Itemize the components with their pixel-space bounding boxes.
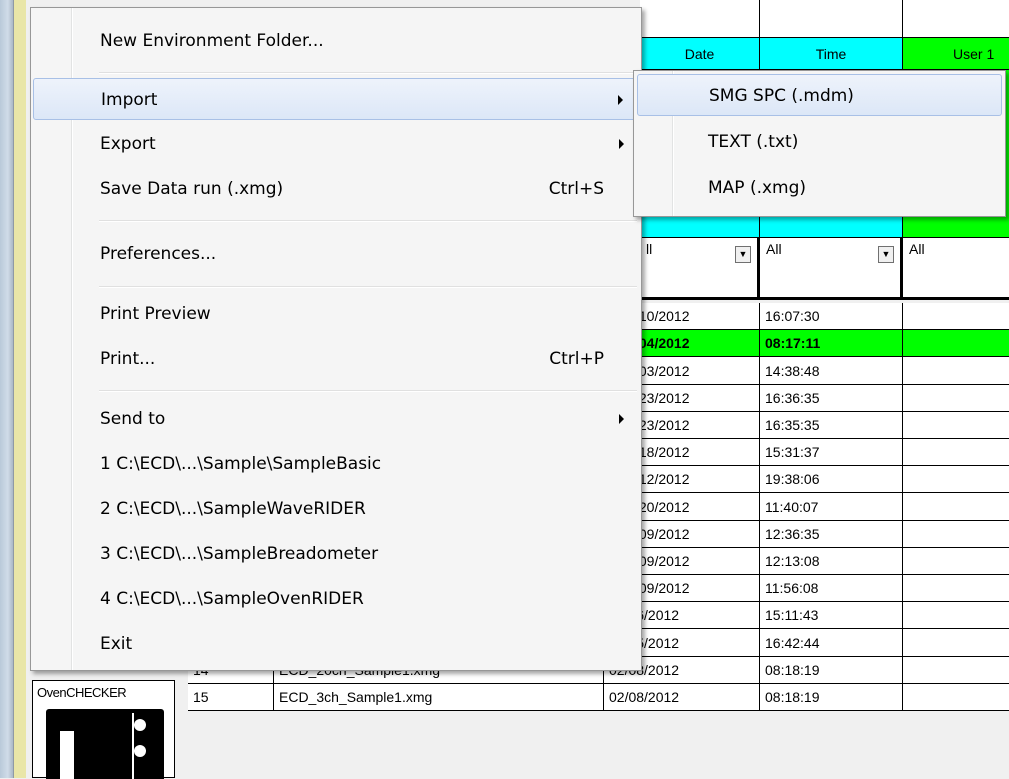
time-cell[interactable]: 12:36:35 bbox=[760, 521, 903, 548]
date-cell[interactable]: /12/2012 bbox=[630, 466, 760, 493]
user1-cell[interactable] bbox=[903, 357, 1009, 385]
date-cell[interactable]: /23/2012 bbox=[630, 412, 760, 439]
date-cell[interactable]: /09/2012 bbox=[630, 575, 760, 602]
date-cell[interactable]: /04/2012 bbox=[630, 330, 760, 357]
user1-cell[interactable] bbox=[903, 439, 1009, 466]
grid-header-blank bbox=[640, 0, 760, 38]
file-menu: New Environment Folder... Import Export … bbox=[30, 7, 642, 671]
time-cell[interactable]: 08:17:11 bbox=[760, 330, 903, 357]
time-cell[interactable]: 16:42:44 bbox=[760, 629, 903, 657]
submenu-item-smg-spc[interactable]: SMG SPC (.mdm) bbox=[637, 74, 1002, 116]
menu-item-recent-4[interactable]: 4 C:\ECD\...\SampleOvenRIDER bbox=[33, 578, 639, 620]
submenu-arrow-icon bbox=[619, 139, 624, 149]
user1-cell[interactable] bbox=[903, 684, 1009, 711]
date-cell[interactable]: /09/2012 bbox=[630, 521, 760, 548]
menu-separator bbox=[99, 286, 637, 288]
user1-cell[interactable] bbox=[903, 330, 1009, 357]
date-cell[interactable]: /10/2012 bbox=[630, 303, 760, 330]
date-cell[interactable]: /03/2012 bbox=[630, 357, 760, 385]
time-cell[interactable]: 15:11:43 bbox=[760, 602, 903, 629]
time-cell[interactable]: 11:40:07 bbox=[760, 493, 903, 521]
grid-header-blank bbox=[760, 0, 903, 38]
user1-cell[interactable] bbox=[903, 575, 1009, 602]
menu-item-import[interactable]: Import bbox=[33, 78, 639, 120]
date-cell[interactable]: 02/08/2012 bbox=[604, 684, 760, 711]
date-cell[interactable]: /18/2012 bbox=[630, 439, 760, 466]
filter-time[interactable]: All ▼ bbox=[760, 238, 903, 300]
submenu-arrow-icon bbox=[619, 414, 624, 424]
user1-cell[interactable] bbox=[903, 303, 1009, 330]
filter-user1[interactable]: All bbox=[903, 238, 1009, 300]
submenu-item-text[interactable]: TEXT (.txt) bbox=[637, 121, 1002, 163]
menu-item-recent-2[interactable]: 2 C:\ECD\...\SampleWaveRIDER bbox=[33, 488, 639, 530]
time-cell[interactable]: 08:18:19 bbox=[760, 657, 903, 684]
time-cell[interactable]: 16:07:30 bbox=[760, 303, 903, 330]
filter-time-value: All bbox=[766, 241, 782, 257]
time-cell[interactable]: 12:13:08 bbox=[760, 548, 903, 575]
time-cell[interactable]: 14:38:48 bbox=[760, 357, 903, 385]
ovenchecker-label: OvenCHECKER bbox=[37, 685, 127, 700]
row-number-cell[interactable]: 15 bbox=[188, 684, 274, 711]
oven-device-icon bbox=[46, 709, 164, 779]
time-cell[interactable]: 15:31:37 bbox=[760, 439, 903, 466]
submenu-item-map[interactable]: MAP (.xmg) bbox=[637, 167, 1002, 209]
menu-separator bbox=[99, 220, 637, 222]
ovenchecker-panel[interactable]: OvenCHECKER bbox=[32, 680, 175, 779]
menu-item-recent-3[interactable]: 3 C:\ECD\...\SampleBreadometer bbox=[33, 533, 639, 575]
date-cell[interactable]: /23/2012 bbox=[630, 385, 760, 412]
menu-item-save-data-run[interactable]: Save Data run (.xmg) Ctrl+S bbox=[33, 168, 639, 210]
file-name-cell[interactable]: ECD_3ch_Sample1.xmg bbox=[274, 684, 604, 711]
user1-cell[interactable] bbox=[903, 521, 1009, 548]
filter-user1-value: All bbox=[909, 241, 925, 257]
time-cell[interactable]: 16:36:35 bbox=[760, 385, 903, 412]
chevron-down-icon[interactable]: ▼ bbox=[878, 246, 894, 263]
user1-cell[interactable] bbox=[903, 385, 1009, 412]
menu-separator bbox=[99, 390, 637, 392]
user1-cell[interactable] bbox=[903, 602, 1009, 629]
user1-cell[interactable] bbox=[903, 466, 1009, 493]
chevron-down-icon[interactable]: ▼ bbox=[735, 246, 751, 263]
user1-cell[interactable] bbox=[903, 657, 1009, 684]
menu-item-send-to[interactable]: Send to bbox=[33, 398, 639, 440]
date-cell[interactable]: /09/2012 bbox=[630, 548, 760, 575]
import-submenu: SMG SPC (.mdm) TEXT (.txt) MAP (.xmg) bbox=[633, 70, 1006, 217]
menu-item-print-preview[interactable]: Print Preview bbox=[33, 293, 639, 335]
user1-cell[interactable] bbox=[903, 412, 1009, 439]
menu-item-export[interactable]: Export bbox=[33, 123, 639, 165]
grid-header-blank bbox=[903, 0, 1009, 38]
menu-item-new-environment-folder[interactable]: New Environment Folder... bbox=[33, 20, 639, 62]
column-header-time[interactable]: Time bbox=[760, 38, 903, 70]
submenu-arrow-icon bbox=[618, 95, 623, 105]
filter-date[interactable]: ll ▼ bbox=[640, 238, 760, 300]
menu-item-exit[interactable]: Exit bbox=[33, 623, 639, 665]
time-cell[interactable]: 11:56:08 bbox=[760, 575, 903, 602]
column-header-date[interactable]: Date bbox=[640, 38, 760, 70]
date-cell[interactable]: /20/2012 bbox=[630, 493, 760, 521]
time-cell[interactable]: 08:18:19 bbox=[760, 684, 903, 711]
filter-date-value: ll bbox=[646, 241, 653, 257]
menu-item-preferences[interactable]: Preferences... bbox=[33, 233, 639, 275]
time-cell[interactable]: 16:35:35 bbox=[760, 412, 903, 439]
menu-item-recent-1[interactable]: 1 C:\ECD\...\Sample\SampleBasic bbox=[33, 443, 639, 485]
menu-item-print[interactable]: Print... Ctrl+P bbox=[33, 338, 639, 380]
column-header-user1[interactable]: User 1 bbox=[903, 38, 1009, 70]
menu-separator bbox=[99, 72, 637, 74]
user1-cell[interactable] bbox=[903, 629, 1009, 657]
time-cell[interactable]: 19:38:06 bbox=[760, 466, 903, 493]
user1-cell[interactable] bbox=[903, 493, 1009, 521]
user1-cell[interactable] bbox=[903, 548, 1009, 575]
